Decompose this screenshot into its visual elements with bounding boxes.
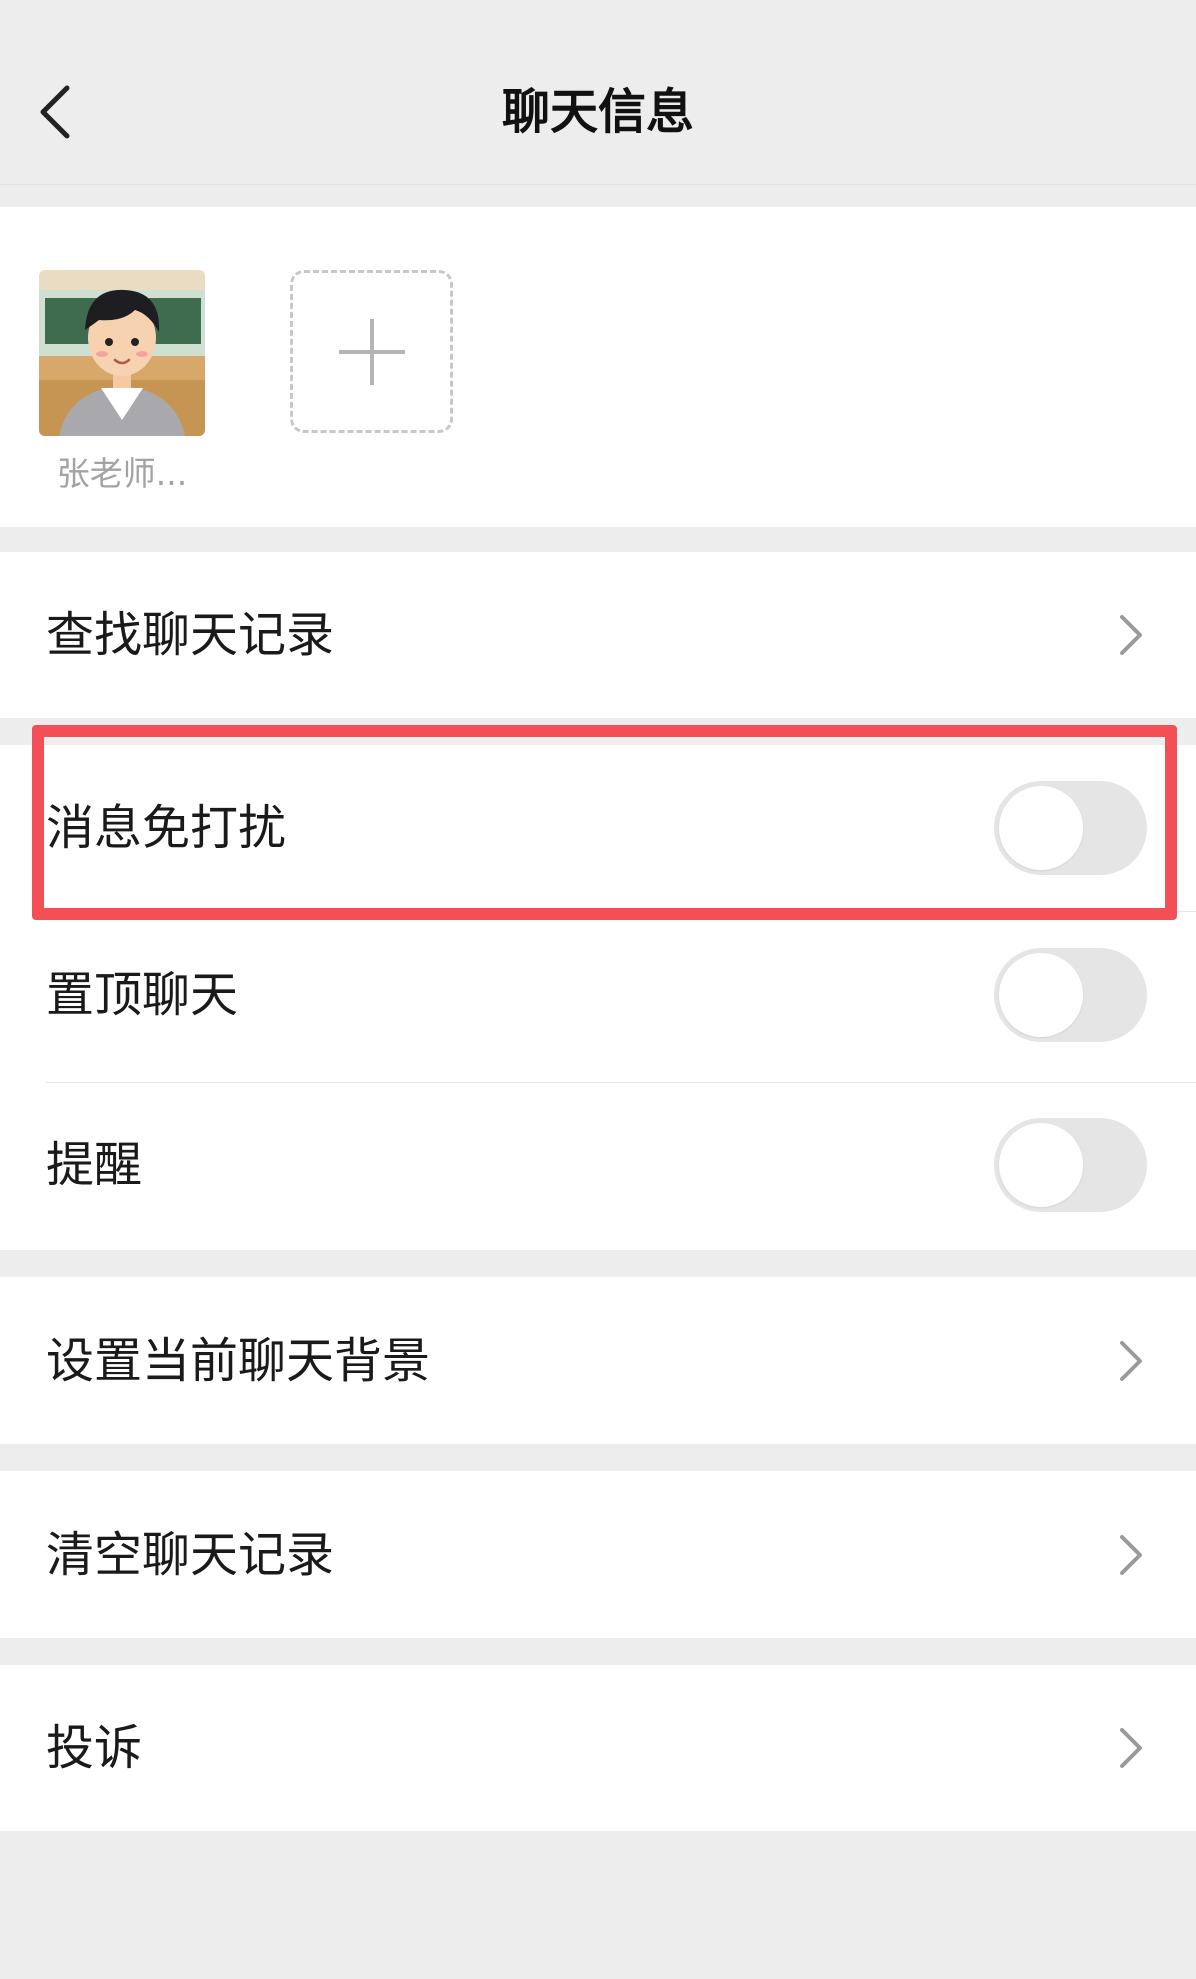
page-title: 聊天信息: [501, 84, 694, 140]
search-history-label: 查找聊天记录: [46, 607, 335, 663]
remind-row: 提醒: [0, 1079, 1196, 1250]
mute-notifications-row: 消息免打扰: [0, 745, 1196, 911]
search-history-section: 查找聊天记录: [0, 552, 1196, 718]
pin-chat-row: 置顶聊天: [0, 911, 1196, 1079]
mute-notifications-toggle[interactable]: [994, 781, 1147, 875]
add-member-button[interactable]: [290, 270, 453, 433]
chevron-right-icon: [1120, 615, 1142, 655]
chevron-right-icon: [1120, 1340, 1142, 1381]
search-history-row[interactable]: 查找聊天记录: [0, 552, 1196, 718]
set-background-label: 设置当前聊天背景: [46, 1332, 431, 1389]
chevron-right-icon: [1120, 1534, 1142, 1575]
pin-chat-toggle[interactable]: [994, 948, 1147, 1042]
member-item[interactable]: 张老师...: [39, 270, 205, 496]
chat-settings-section: 消息免打扰 置顶聊天 提醒: [0, 745, 1196, 1250]
nav-bar: 聊天信息: [0, 0, 1196, 185]
toggle-knob: [999, 786, 1083, 870]
remind-label: 提醒: [46, 1136, 143, 1193]
chevron-right-icon: [1120, 1728, 1142, 1768]
member-name: 张老师...: [56, 454, 188, 493]
clear-history-label: 清空聊天记录: [46, 1526, 335, 1583]
report-row[interactable]: 投诉: [0, 1665, 1196, 1831]
background-section: 设置当前聊天背景: [0, 1277, 1196, 1444]
clear-history-section: 清空聊天记录: [0, 1471, 1196, 1638]
set-background-row[interactable]: 设置当前聊天背景: [0, 1277, 1196, 1444]
toggle-knob: [999, 953, 1083, 1037]
mute-notifications-label: 消息免打扰: [46, 800, 287, 856]
report-label: 投诉: [46, 1720, 143, 1776]
toggle-knob: [999, 1122, 1083, 1207]
clear-history-row[interactable]: 清空聊天记录: [0, 1471, 1196, 1638]
plus-icon: [338, 318, 405, 385]
report-section: 投诉: [0, 1665, 1196, 1831]
remind-toggle[interactable]: [994, 1117, 1147, 1212]
pin-chat-label: 置顶聊天: [46, 967, 239, 1023]
members-section: 张老师...: [0, 207, 1196, 527]
avatar: [39, 270, 205, 436]
